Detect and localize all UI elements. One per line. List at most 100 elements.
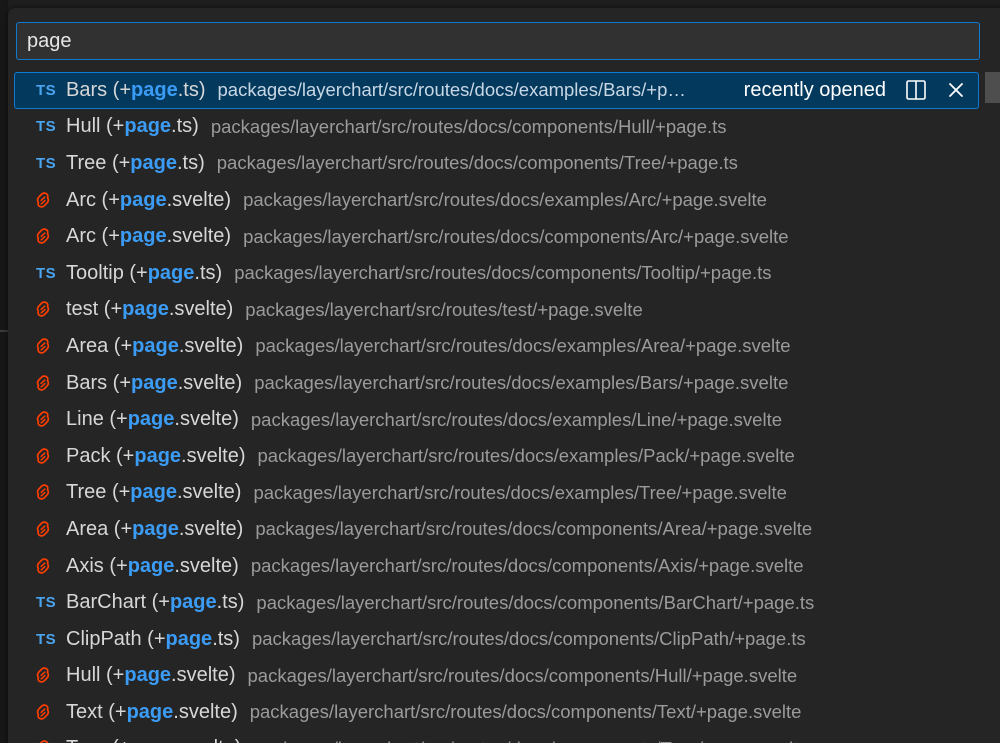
result-row[interactable]: Area (+page.svelte) packages/layerchart/s… bbox=[14, 328, 1000, 365]
result-label-suffix: .svelte) bbox=[181, 444, 246, 467]
result-path: packages/layerchart/src/routes/docs/exam… bbox=[257, 445, 795, 467]
result-label-match: page bbox=[130, 151, 177, 174]
result-row[interactable]: Tree (+page.svelte) packages/layerchart/s… bbox=[14, 731, 1000, 743]
result-label-suffix: .svelte) bbox=[177, 737, 241, 743]
remove-from-recent-button[interactable] bbox=[942, 76, 970, 104]
result-label: Area (+page.svelte) bbox=[66, 335, 243, 358]
result-label-suffix: .svelte) bbox=[174, 554, 239, 577]
result-label-suffix: .svelte) bbox=[171, 664, 236, 687]
result-row[interactable]: Bars (+page.svelte) packages/layerchart/s… bbox=[14, 365, 1000, 402]
result-label-match: page bbox=[132, 517, 179, 540]
result-row[interactable]: test (+page.svelte) packages/layerchart/s… bbox=[14, 292, 1000, 329]
result-label-prefix: Area (+ bbox=[66, 334, 133, 357]
result-label-suffix: .ts) bbox=[194, 261, 223, 284]
result-row[interactable]: Arc (+page.svelte) packages/layerchart/sr… bbox=[14, 182, 1000, 219]
result-list: TS Bars (+page.ts) packages/layerchart/src… bbox=[14, 72, 1000, 743]
search-input[interactable] bbox=[27, 29, 979, 53]
svelte-file-icon bbox=[36, 484, 66, 501]
result-path: packages/layerchart/src/routes/docs/exam… bbox=[253, 481, 787, 503]
result-label-prefix: test (+ bbox=[66, 298, 123, 321]
result-label-match: page bbox=[130, 481, 177, 504]
result-label: Bars (+page.svelte) bbox=[66, 372, 242, 395]
result-row[interactable]: Line (+page.svelte) packages/layerchart/s… bbox=[14, 401, 1000, 438]
result-label: Area (+page.svelte) bbox=[66, 518, 243, 541]
background-divider bbox=[0, 330, 8, 332]
result-row[interactable]: Axis (+page.svelte) packages/layerchart/s… bbox=[14, 548, 1000, 585]
result-row[interactable]: Arc (+page.svelte) packages/layerchart/sr… bbox=[14, 218, 1000, 255]
result-label-suffix: .svelte) bbox=[174, 408, 239, 431]
recently-opened-label: recently opened bbox=[743, 78, 886, 101]
scrollbar-thumb[interactable] bbox=[985, 72, 1000, 103]
svelte-file-icon bbox=[36, 557, 66, 575]
result-label: Text (+page.svelte) bbox=[66, 701, 238, 724]
result-label-prefix: ClipPath (+ bbox=[66, 627, 166, 650]
result-label-suffix: .svelte) bbox=[166, 188, 232, 211]
result-label-suffix: .ts) bbox=[171, 115, 199, 138]
result-label-match: page bbox=[119, 225, 167, 248]
ts-icon-text: TS bbox=[36, 154, 57, 172]
ts-icon-text: TS bbox=[36, 81, 57, 99]
result-label-prefix: Hull (+ bbox=[66, 115, 125, 138]
result-path: packages/layerchart/src/routes/docs/comp… bbox=[255, 518, 813, 540]
svelte-file-icon bbox=[36, 704, 66, 721]
svelte-file-icon bbox=[36, 667, 66, 684]
svelte-file-icon bbox=[36, 301, 66, 318]
result-path: packages/layerchart/src/routes/docs/exam… bbox=[255, 335, 791, 357]
svelte-file-icon bbox=[36, 191, 66, 209]
result-label-prefix: Text (+ bbox=[66, 700, 127, 723]
result-path: packages/layerchart/src/routes/docs/comp… bbox=[249, 701, 802, 723]
result-path: packages/layerchart/src/routes/test/+pag… bbox=[245, 298, 643, 320]
result-row[interactable]: TS Hull (+page.ts) packages/layerchart/src… bbox=[14, 109, 1000, 146]
result-row[interactable]: TS BarChart (+page.ts) packages/layerchart… bbox=[14, 584, 1000, 621]
result-label-prefix: Pack (+ bbox=[66, 444, 135, 467]
result-label-suffix: .svelte) bbox=[177, 371, 243, 394]
typescript-file-icon: TS bbox=[36, 155, 66, 172]
result-label-suffix: .svelte) bbox=[168, 298, 234, 321]
result-label: Arc (+page.svelte) bbox=[66, 189, 231, 212]
result-label: Bars (+page.ts) bbox=[66, 79, 206, 102]
result-label-prefix: Hull (+ bbox=[66, 664, 125, 687]
result-row[interactable]: Pack (+page.svelte) packages/layerchart/s… bbox=[14, 438, 1000, 475]
result-path: packages/layerchart/src/routes/docs/exam… bbox=[243, 189, 767, 211]
result-label-match: page bbox=[147, 261, 195, 284]
result-row[interactable]: TS Tooltip (+page.ts) packages/layerchart/… bbox=[14, 255, 1000, 292]
result-label: Hull (+page.svelte) bbox=[66, 664, 236, 687]
result-row[interactable]: Tree (+page.svelte) packages/layerchart/s… bbox=[14, 475, 1000, 512]
typescript-file-icon: TS bbox=[36, 594, 66, 611]
background-editor-edge bbox=[0, 0, 8, 743]
result-label-match: page bbox=[127, 554, 175, 577]
typescript-file-icon: TS bbox=[36, 118, 66, 135]
result-row[interactable]: Hull (+page.svelte) packages/layerchart/s… bbox=[14, 658, 1000, 695]
open-to-side-button[interactable] bbox=[902, 76, 930, 104]
result-path: packages/layerchart/src/routes/docs/comp… bbox=[247, 664, 798, 686]
result-path: packages/layerchart/src/routes/docs/comp… bbox=[250, 555, 804, 577]
result-label: Tree (+page.svelte) bbox=[66, 481, 241, 504]
result-row[interactable]: TS Bars (+page.ts) packages/layerchart/src… bbox=[14, 72, 979, 109]
result-label-match: page bbox=[134, 444, 182, 467]
result-label-suffix: .svelte) bbox=[173, 700, 238, 723]
result-row[interactable]: TS Tree (+page.ts) packages/layerchart/src… bbox=[14, 145, 1000, 182]
result-row[interactable]: Area (+page.svelte) packages/layerchart/s… bbox=[14, 511, 1000, 548]
quick-open-panel: TSBars (+page.ts)packages/layerchart/src… bbox=[8, 8, 1000, 743]
result-label-match: page bbox=[169, 591, 217, 614]
result-path: packages/layerchart/src/routes/docs/exam… bbox=[254, 372, 789, 394]
result-label-suffix: .svelte) bbox=[176, 481, 242, 504]
result-label: ClipPath (+page.ts) bbox=[66, 628, 240, 651]
result-label-prefix: BarChart (+ bbox=[66, 591, 170, 614]
result-label-prefix: Tree (+ bbox=[66, 737, 130, 743]
result-label-match: page bbox=[127, 408, 175, 431]
search-box[interactable] bbox=[16, 22, 980, 60]
ts-icon-text: TS bbox=[36, 630, 57, 648]
result-path: packages/layerchart/src/routes/docs/exam… bbox=[217, 79, 692, 101]
result-path: packages/layerchart/src/routes/docs/exam… bbox=[250, 408, 783, 430]
result-row[interactable]: TS ClipPath (+page.ts) packages/layerchart… bbox=[14, 621, 1000, 658]
result-row[interactable]: Text (+page.svelte) packages/layerchart/s… bbox=[14, 694, 1000, 731]
result-path: packages/layerchart/src/routes/docs/comp… bbox=[210, 115, 727, 137]
result-label: Tree (+page.ts) bbox=[66, 152, 205, 175]
svelte-file-icon bbox=[36, 374, 66, 392]
typescript-file-icon: TS bbox=[36, 82, 66, 99]
split-editor-icon bbox=[906, 80, 926, 101]
editor-window: TSBars (+page.ts)packages/layerchart/src… bbox=[0, 0, 1000, 743]
selected-row-actions: recently opened bbox=[744, 73, 970, 108]
result-label-prefix: Area (+ bbox=[66, 517, 133, 540]
